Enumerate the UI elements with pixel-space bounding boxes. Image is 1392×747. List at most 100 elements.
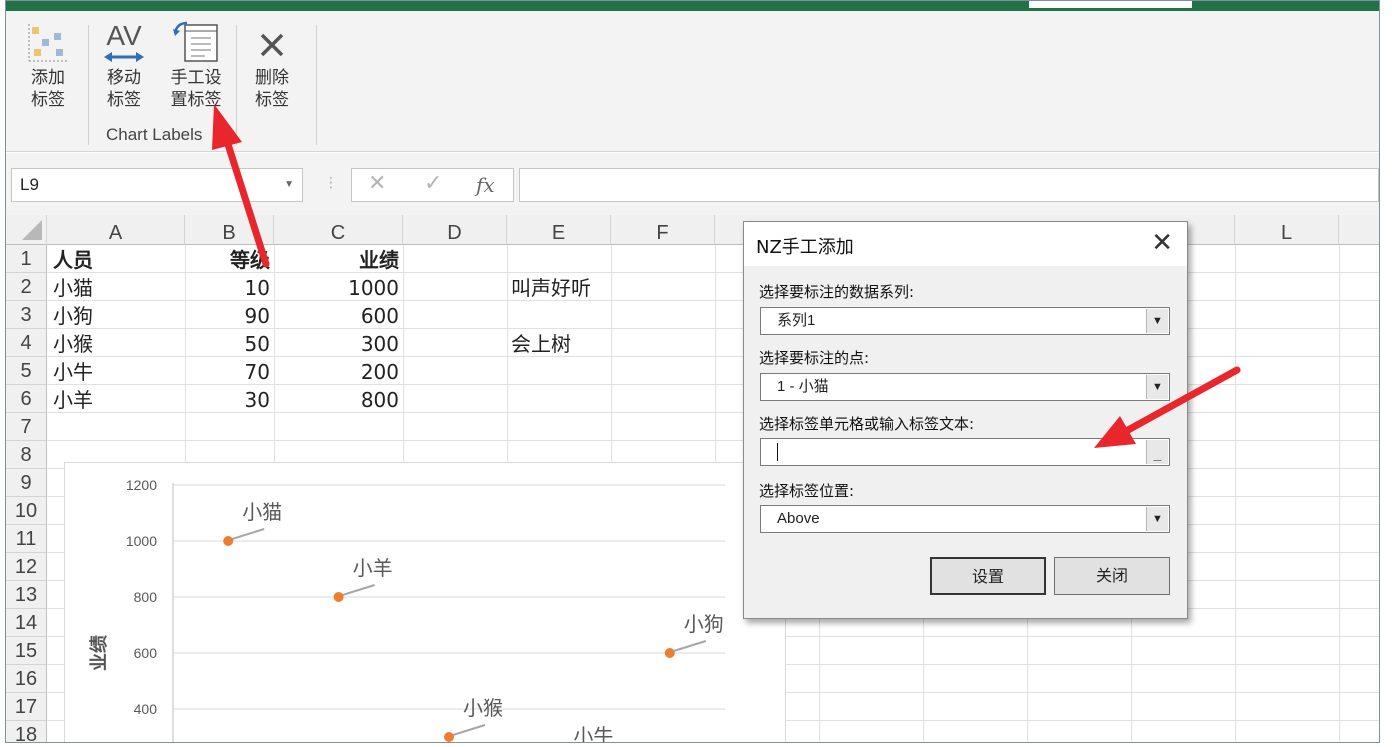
column-header-a[interactable]: A	[47, 215, 185, 245]
cell-a5[interactable]: 小牛	[53, 358, 93, 386]
column-header-e[interactable]: E	[507, 215, 611, 245]
row-header[interactable]: 9	[6, 469, 47, 497]
series-select[interactable]: 系列1 ▼	[760, 307, 1170, 335]
data-point	[664, 648, 675, 658]
row-header[interactable]: 17	[6, 693, 47, 721]
series-select-value: 系列1	[777, 312, 816, 329]
label-leader-line	[231, 528, 265, 540]
y-tick-label: 1000	[126, 533, 157, 549]
column-header-m[interactable]	[1339, 215, 1379, 245]
grid-column-line	[1339, 245, 1340, 742]
add-labels-button[interactable]: 添加 标签	[16, 17, 80, 127]
label-leader-line	[452, 724, 486, 736]
delete-labels-button[interactable]: 删除 标签	[240, 17, 304, 127]
cell-c2[interactable]: 1000	[274, 274, 399, 302]
name-box-value: L9	[20, 175, 39, 194]
row-header[interactable]: 11	[6, 525, 47, 553]
position-label: 选择标签位置:	[759, 482, 855, 500]
delete-labels-label: 删除 标签	[255, 68, 289, 110]
select-all-corner[interactable]	[6, 215, 47, 245]
row-header[interactable]: 12	[6, 553, 47, 581]
point-select[interactable]: 1 - 小猫 ▼	[760, 373, 1170, 401]
close-button[interactable]: 关闭	[1054, 557, 1170, 595]
title-accent-bar	[6, 1, 1379, 11]
row-header[interactable]: 8	[6, 441, 47, 469]
range-select-icon[interactable]: _	[1146, 440, 1168, 464]
data-label: 小猫	[242, 500, 282, 524]
row-header[interactable]: 5	[6, 357, 47, 385]
manual-labels-button[interactable]: 手工设 置标签	[164, 17, 228, 127]
resize-handle-icon[interactable]: ⋮	[324, 175, 338, 191]
cell-c6[interactable]: 800	[274, 386, 399, 414]
cell-c5[interactable]: 200	[274, 358, 399, 386]
cell-e2[interactable]: 叫声好听	[511, 274, 591, 302]
cell-a4[interactable]: 小猴	[53, 330, 93, 358]
row-header[interactable]: 15	[6, 637, 47, 665]
column-header-f[interactable]: F	[611, 215, 715, 245]
cell-b4[interactable]: 50	[185, 330, 270, 358]
row-header[interactable]: 7	[6, 413, 47, 441]
cell-c4[interactable]: 300	[274, 330, 399, 358]
cell-c1[interactable]: 业绩	[274, 246, 399, 274]
formula-buttons: ✕ ✓ fx	[351, 168, 514, 202]
cell-b2[interactable]: 10	[185, 274, 270, 302]
row-header[interactable]: 2	[6, 273, 47, 301]
excel-window: 添加 标签 AV 移动 标签 手工设 置标签 删除 标签 Chart Label…	[5, 0, 1380, 743]
formula-input[interactable]	[519, 168, 1379, 202]
column-header-l[interactable]: L	[1235, 215, 1339, 245]
cell-a3[interactable]: 小狗	[53, 302, 93, 330]
cell-c3[interactable]: 600	[274, 302, 399, 330]
y-axis-title: 业绩	[88, 635, 110, 671]
dialog-titlebar: NZ手工添加 ✕	[744, 222, 1187, 266]
cell-b5[interactable]: 70	[185, 358, 270, 386]
label-leader-line	[342, 584, 375, 596]
cell-e4[interactable]: 会上树	[511, 330, 571, 358]
chevron-down-icon[interactable]: ▼	[284, 169, 294, 201]
set-button[interactable]: 设置	[930, 557, 1046, 595]
column-header-c[interactable]: C	[274, 215, 403, 245]
row-header[interactable]: 10	[6, 497, 47, 525]
formula-bar: L9 ▼ ⋮ ✕ ✓ fx	[6, 153, 1379, 215]
row-header[interactable]: 13	[6, 581, 47, 609]
delete-labels-icon	[240, 17, 304, 67]
column-header-b[interactable]: B	[185, 215, 274, 245]
position-select[interactable]: Above ▼	[760, 505, 1170, 533]
row-header[interactable]: 1	[6, 245, 47, 273]
chevron-down-icon[interactable]: ▼	[1146, 507, 1168, 531]
grid-column-line	[1235, 245, 1236, 742]
manual-labels-label: 手工设 置标签	[170, 68, 222, 110]
cell-b3[interactable]: 90	[185, 302, 270, 330]
add-labels-label: 添加 标签	[31, 68, 65, 110]
scatter-chart[interactable]: 业绩 1200 1000 800 600 400 小猫 小羊 小狗 小猴 小牛	[64, 462, 786, 742]
y-tick-label: 600	[134, 645, 158, 661]
cell-a6[interactable]: 小羊	[53, 386, 93, 414]
row-header[interactable]: 4	[6, 329, 47, 357]
data-label: 小羊	[353, 556, 393, 580]
enter-icon[interactable]: ✓	[424, 171, 442, 196]
label-text-label: 选择标签单元格或输入标签文本:	[759, 415, 975, 433]
insert-function-icon[interactable]: fx	[476, 173, 495, 197]
row-header[interactable]: 6	[6, 385, 47, 413]
cell-b1[interactable]: 等级	[185, 246, 270, 274]
ribbon-group-divider	[316, 25, 317, 145]
chevron-down-icon[interactable]: ▼	[1146, 309, 1168, 333]
cell-a1[interactable]: 人员	[53, 246, 93, 274]
cancel-icon[interactable]: ✕	[368, 171, 386, 196]
add-labels-icon	[16, 17, 80, 67]
row-header[interactable]: 3	[6, 301, 47, 329]
row-header[interactable]: 14	[6, 609, 47, 637]
chevron-down-icon[interactable]: ▼	[1146, 375, 1168, 399]
ribbon-divider	[236, 25, 237, 145]
cell-b6[interactable]: 30	[185, 386, 270, 414]
column-header-d[interactable]: D	[403, 215, 507, 245]
cell-a2[interactable]: 小猫	[53, 274, 93, 302]
ribbon: 添加 标签 AV 移动 标签 手工设 置标签 删除 标签 Chart Label…	[6, 11, 1379, 152]
y-tick-label: 400	[134, 701, 158, 717]
move-labels-button[interactable]: AV 移动 标签	[92, 17, 156, 127]
label-leader-line	[673, 640, 707, 652]
name-box[interactable]: L9 ▼	[11, 168, 303, 202]
row-header[interactable]: 16	[6, 665, 47, 693]
label-text-input[interactable]: _	[760, 438, 1170, 466]
row-header[interactable]: 18	[6, 721, 47, 742]
close-icon[interactable]: ✕	[1151, 228, 1173, 258]
